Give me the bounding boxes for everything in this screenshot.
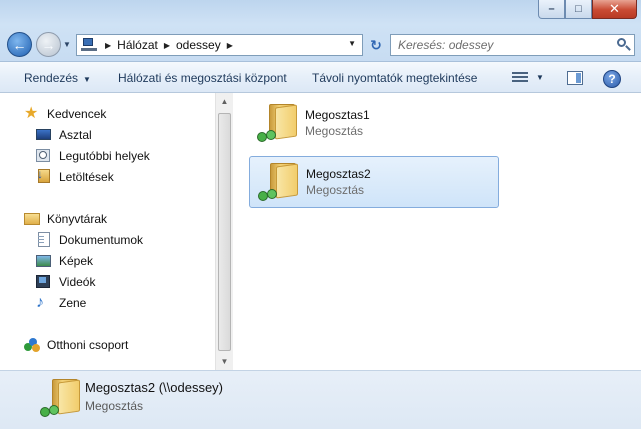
breadcrumb-separator-icon[interactable]: ▶ bbox=[105, 41, 111, 50]
scroll-down-icon[interactable]: ▼ bbox=[216, 353, 233, 370]
recent-places-icon bbox=[36, 149, 50, 162]
desktop-icon bbox=[36, 129, 51, 140]
address-bar[interactable]: ▶ Hálózat ▶ odessey ▶ ▼ bbox=[76, 34, 363, 56]
item-type: Megosztás bbox=[305, 124, 364, 138]
minimize-button[interactable]: – bbox=[538, 0, 565, 19]
sidebar-item-label: Kedvencek bbox=[47, 107, 107, 121]
item-type: Megosztás bbox=[306, 183, 365, 197]
chevron-down-icon: ▼ bbox=[536, 72, 544, 82]
item-name: Megosztas1 bbox=[305, 108, 370, 122]
sidebar-item-desktop[interactable]: Asztal bbox=[36, 126, 92, 144]
forward-button[interactable]: → bbox=[36, 32, 61, 57]
network-computer-icon bbox=[81, 38, 99, 52]
sidebar-item-label: Képek bbox=[59, 254, 94, 268]
breadcrumb-odessey[interactable]: odessey bbox=[176, 38, 221, 52]
organize-menu[interactable]: Rendezés ▼ bbox=[24, 71, 91, 85]
shared-folder-icon bbox=[38, 377, 82, 421]
sidebar-item-videos[interactable]: Videók bbox=[36, 273, 95, 291]
breadcrumb-separator-icon[interactable]: ▶ bbox=[164, 41, 170, 50]
scroll-up-icon[interactable]: ▲ bbox=[216, 93, 233, 110]
back-button[interactable]: ← bbox=[7, 32, 32, 57]
chevron-down-icon: ▼ bbox=[83, 75, 91, 84]
maximize-button[interactable]: □ bbox=[565, 0, 592, 19]
file-list: Megosztas1 Megosztás Megosztas2 Megosztá… bbox=[234, 93, 641, 370]
refresh-button[interactable]: ↻ bbox=[364, 34, 388, 56]
sidebar-item-documents[interactable]: Dokumentumok bbox=[36, 231, 143, 249]
share-item-megosztas2[interactable]: Megosztas2 Megosztás bbox=[249, 156, 499, 208]
sidebar-item-recent-places[interactable]: Legutóbbi helyek bbox=[36, 147, 150, 165]
scrollbar-thumb[interactable] bbox=[218, 113, 231, 351]
sidebar-item-label: Dokumentumok bbox=[59, 233, 144, 247]
library-icon bbox=[24, 213, 40, 225]
window-controls: – □ ✕ bbox=[538, 0, 637, 19]
breadcrumb-network[interactable]: Hálózat bbox=[117, 38, 158, 52]
sidebar-item-homegroup[interactable]: Otthoni csoport bbox=[24, 336, 128, 354]
sidebar-item-label: Asztal bbox=[59, 128, 92, 142]
address-dropdown-icon[interactable]: ▼ bbox=[348, 39, 356, 48]
music-note-icon: ♪ bbox=[36, 294, 44, 311]
organize-label: Rendezés bbox=[24, 71, 79, 85]
remote-printers-button[interactable]: Távoli nyomtatók megtekintése bbox=[312, 71, 477, 85]
sidebar-item-favorites[interactable]: ★ Kedvencek bbox=[24, 105, 106, 123]
details-pane: Megosztas2 (\\odessey) Megosztás bbox=[0, 370, 641, 429]
help-icon[interactable]: ? bbox=[603, 70, 621, 88]
breadcrumb-separator-icon[interactable]: ▶ bbox=[227, 41, 233, 50]
navigation-pane: ★ Kedvencek Asztal Legutóbbi helyek Letö… bbox=[0, 93, 233, 370]
sidebar-item-label: Videók bbox=[59, 275, 96, 289]
document-icon bbox=[38, 232, 50, 247]
search-icon[interactable] bbox=[614, 35, 634, 55]
search-placeholder: Keresés: odessey bbox=[398, 38, 494, 52]
view-options-button[interactable]: ▼ bbox=[512, 68, 552, 86]
preview-pane-icon[interactable] bbox=[567, 71, 583, 85]
shared-folder-icon bbox=[256, 161, 300, 205]
sidebar-item-libraries[interactable]: Könyvtárak bbox=[24, 210, 107, 228]
sidebar-item-label: Könyvtárak bbox=[47, 212, 108, 226]
shared-folder-icon bbox=[255, 102, 299, 146]
sidebar-item-label: Legutóbbi helyek bbox=[59, 149, 150, 163]
sidebar-item-pictures[interactable]: Képek bbox=[36, 252, 93, 270]
share-item-megosztas1[interactable]: Megosztas1 Megosztás bbox=[249, 98, 499, 150]
sidebar-item-downloads[interactable]: Letöltések bbox=[36, 168, 114, 186]
command-bar: Rendezés ▼ Hálózati és megosztási központ… bbox=[0, 62, 641, 93]
navigation-scrollbar[interactable]: ▲ ▼ bbox=[215, 93, 233, 370]
star-icon: ★ bbox=[24, 105, 39, 122]
sidebar-item-music[interactable]: ♪ Zene bbox=[36, 294, 86, 312]
network-center-button[interactable]: Hálózati és megosztási központ bbox=[118, 71, 287, 85]
recent-pages-dropdown-icon[interactable]: ▼ bbox=[63, 40, 71, 49]
details-item-name: Megosztas2 (\\odessey) bbox=[85, 380, 224, 395]
item-name: Megosztas2 bbox=[306, 167, 371, 181]
homegroup-icon bbox=[24, 337, 40, 353]
details-item-type: Megosztás bbox=[85, 399, 144, 413]
pictures-icon bbox=[36, 255, 51, 267]
sidebar-item-label: Letöltések bbox=[59, 170, 114, 184]
view-list-icon bbox=[512, 70, 528, 84]
window-chrome: – □ ✕ ← → ▼ ▶ Hálózat ▶ odessey ▶ ▼ ↻ Ke… bbox=[0, 0, 641, 62]
close-button[interactable]: ✕ bbox=[592, 0, 637, 19]
sidebar-item-label: Otthoni csoport bbox=[47, 338, 129, 352]
sidebar-item-label: Zene bbox=[59, 296, 87, 310]
downloads-icon bbox=[38, 169, 50, 183]
search-input[interactable]: Keresés: odessey bbox=[390, 34, 635, 56]
video-icon bbox=[36, 275, 50, 288]
